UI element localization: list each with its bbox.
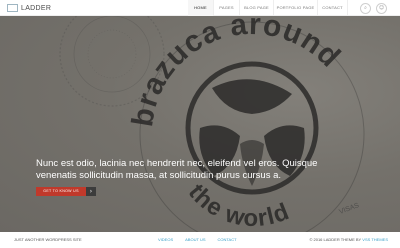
nav-blog-page[interactable]: BLOG PAGE	[240, 0, 274, 16]
copyright-text: © 2016 LADDER THEME BY	[309, 237, 362, 242]
footer-link-contact[interactable]: CONTACT	[218, 237, 237, 243]
footer-link-videos[interactable]: VIDEOS	[158, 237, 173, 243]
search-icon[interactable]: ⌕	[360, 3, 371, 14]
nav-pages[interactable]: PAGES	[214, 0, 240, 16]
footer-link-about-us[interactable]: ABOUT US	[185, 237, 205, 243]
hero-background-image: brazuca around the world VISAS	[59, 16, 365, 232]
chevron-right-icon[interactable]: ›	[86, 187, 96, 196]
nav-home[interactable]: HOME	[188, 0, 214, 16]
site-logo[interactable]: LADDER	[7, 3, 51, 13]
hero-banner: brazuca around the world VISAS Nunc est …	[0, 16, 400, 232]
site-footer: JUST ANOTHER WORDPRESS SITE VIDEOS ABOUT…	[0, 232, 400, 248]
hero-caption: Nunc est odio, lacinia nec hendrerit nec…	[36, 158, 318, 181]
nav-contact[interactable]: CONTACT	[318, 0, 348, 16]
theme-author-link[interactable]: VSS THEMES	[362, 237, 388, 242]
stamp-corner-text: VISAS	[338, 202, 360, 216]
footer-links: VIDEOS ABOUT US CONTACT	[158, 237, 249, 243]
main-nav: HOME PAGES BLOG PAGE PORTFOLIO PAGE CONT…	[188, 0, 348, 16]
logo-text: LADDER	[21, 4, 52, 12]
user-icon[interactable]: ☺	[376, 3, 387, 14]
nav-portfolio-page[interactable]: PORTFOLIO PAGE	[274, 0, 318, 16]
site-tagline: JUST ANOTHER WORDPRESS SITE	[14, 237, 82, 242]
get-to-know-us-button[interactable]: GET TO KNOW US	[36, 187, 86, 196]
logo-icon	[7, 4, 18, 12]
site-header: LADDER HOME PAGES BLOG PAGE PORTFOLIO PA…	[0, 0, 400, 16]
cta-group: GET TO KNOW US ›	[36, 187, 96, 196]
copyright: © 2016 LADDER THEME BY VSS THEMES	[309, 237, 388, 243]
